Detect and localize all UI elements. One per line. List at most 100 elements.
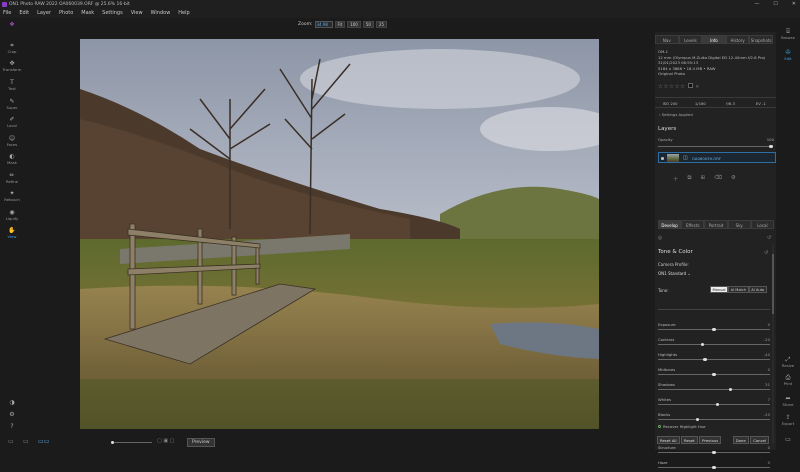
zoom-50-button[interactable]: 50 xyxy=(362,21,374,28)
module-edit[interactable]: ✇ Edit xyxy=(776,49,800,61)
settings-gear-icon[interactable]: ⚙ xyxy=(0,411,24,418)
slider-knob[interactable] xyxy=(712,450,716,454)
close-button[interactable]: ✕ xyxy=(792,0,796,9)
tab-history[interactable]: History xyxy=(725,35,750,44)
layer-options-icon[interactable]: ⚙ xyxy=(731,175,736,183)
canvas-slider-knob[interactable] xyxy=(111,440,115,444)
slider-track[interactable] xyxy=(658,404,770,405)
menu-layer[interactable]: Layer xyxy=(37,10,51,16)
preview-button[interactable]: Preview xyxy=(187,438,215,447)
slider-track[interactable] xyxy=(658,359,770,360)
tone-mode-ai-match[interactable]: AI Match xyxy=(728,286,749,293)
module-export[interactable]: ⇪ Export xyxy=(776,414,800,426)
tool-retouch[interactable]: ✦ Retouch xyxy=(0,190,24,202)
reject-icon[interactable]: ✕ xyxy=(695,85,699,90)
slider-value[interactable]: -40 xyxy=(764,352,770,357)
photo-landscape[interactable] xyxy=(80,39,599,429)
duplicate-layer-icon[interactable]: ⧉ xyxy=(688,175,692,183)
before-after-icon[interactable]: ▢ ▣ ▢ xyxy=(157,438,174,444)
tab-snapshots[interactable]: Snapshots xyxy=(749,35,773,44)
slider-value[interactable]: -20 xyxy=(764,337,770,342)
tab-portrait[interactable]: Portrait xyxy=(704,220,728,229)
module-print[interactable]: ⎙ Print xyxy=(776,374,800,386)
tab-local[interactable]: Local xyxy=(750,220,775,229)
tone-mode-manual[interactable]: Manual xyxy=(710,286,729,293)
cancel-button[interactable]: Cancel xyxy=(750,436,770,444)
panel-scrollbar[interactable] xyxy=(772,244,774,444)
layer-visibility-icon[interactable] xyxy=(661,157,664,160)
slider-knob[interactable] xyxy=(712,465,716,469)
slider-track[interactable] xyxy=(658,344,770,345)
reset-all-button[interactable]: Reset All xyxy=(657,436,680,444)
tab-sky[interactable]: Sky xyxy=(727,220,751,229)
minimize-button[interactable]: — xyxy=(754,0,759,9)
tool-mask[interactable]: ◐ Mask xyxy=(0,153,24,165)
tool-refine[interactable]: ✏ Refine xyxy=(0,172,24,184)
canvas-slider-track[interactable] xyxy=(112,442,152,443)
menu-window[interactable]: Window xyxy=(151,10,171,16)
tool-faces[interactable]: ☺ Faces xyxy=(0,135,24,147)
tool-crop[interactable]: ⌗ Crop xyxy=(0,42,24,54)
slider-value[interactable]: -20 xyxy=(764,412,770,417)
panel-scrollbar-thumb[interactable] xyxy=(772,254,774,314)
recover-highlight-hue[interactable]: Recover Highlight Hue xyxy=(658,424,706,429)
tool-local[interactable]: ✐ Local xyxy=(0,116,24,128)
slider-value[interactable]: 7 xyxy=(768,397,770,402)
menu-settings[interactable]: Settings xyxy=(102,10,123,16)
tab-effects[interactable]: Effects xyxy=(681,220,705,229)
tab-develop[interactable]: Develop xyxy=(658,220,682,229)
tab-nav[interactable]: Nav xyxy=(655,35,679,44)
reset-button[interactable]: Reset xyxy=(681,436,698,444)
slider-track[interactable] xyxy=(658,419,770,420)
zoom-field[interactable]: 34.98 xyxy=(314,21,333,28)
opacity-slider[interactable] xyxy=(658,146,771,147)
tool-super[interactable]: ✎ Super xyxy=(0,98,24,110)
tool-liquify[interactable]: ◉ Liquify xyxy=(0,209,24,221)
tab-info[interactable]: Info xyxy=(702,35,726,44)
delete-layer-icon[interactable]: ⌫ xyxy=(714,175,722,183)
tone-mode-ai-auto[interactable]: AI Auto xyxy=(748,286,767,293)
zoom-fit-button[interactable]: Fit xyxy=(334,21,346,28)
slider-value[interactable]: 0 xyxy=(768,322,770,327)
star-rating[interactable]: ☆☆☆☆☆ ✕ xyxy=(658,83,700,90)
slider-value[interactable]: 31 xyxy=(765,382,770,387)
previous-button[interactable]: Previous xyxy=(699,436,722,444)
tab-levels[interactable]: Levels xyxy=(678,35,703,44)
done-button[interactable]: Done xyxy=(732,436,749,444)
slider-value[interactable]: 0 xyxy=(768,445,770,450)
slider-value[interactable]: 0 xyxy=(768,367,770,372)
zoom-25-button[interactable]: 25 xyxy=(375,21,388,28)
module-share[interactable]: ➦ Share xyxy=(776,395,800,407)
slider-value[interactable]: 0 xyxy=(768,460,770,465)
zoom-100-button[interactable]: 100 xyxy=(347,21,361,28)
layer-row[interactable]: ◫ OA060039.ORF xyxy=(658,152,776,163)
slider-knob[interactable] xyxy=(703,357,707,361)
module-resize[interactable]: ⤢ Resize xyxy=(776,356,800,368)
camera-profile-dropdown[interactable]: ON1 Standard ⌄ xyxy=(658,271,691,276)
checkbox-icon[interactable] xyxy=(658,425,661,428)
slider-knob[interactable] xyxy=(712,372,716,376)
fullscreen-icon[interactable]: ▭ xyxy=(776,436,800,443)
panel-toggle-icon[interactable]: ▭ xyxy=(8,438,14,445)
filmstrip-icon[interactable]: ▭ xyxy=(23,438,29,445)
slider-knob[interactable] xyxy=(715,402,719,406)
slider-knob[interactable] xyxy=(695,417,699,421)
module-browse[interactable]: ⌸ Browse xyxy=(776,28,800,40)
menu-edit[interactable]: Edit xyxy=(19,10,29,16)
compare-icon[interactable]: ▭▭ xyxy=(38,438,49,445)
color-label-icon[interactable] xyxy=(688,83,694,88)
tool-view[interactable]: ✋ View xyxy=(0,227,24,239)
opacity-slider-knob[interactable] xyxy=(769,144,773,148)
slider-knob[interactable] xyxy=(712,327,716,331)
menu-view[interactable]: View xyxy=(131,10,143,16)
tool-text[interactable]: T Text xyxy=(0,79,24,91)
presets-icon[interactable]: ◎ xyxy=(658,235,662,241)
menu-help[interactable]: Help xyxy=(178,10,189,16)
merge-layer-icon[interactable]: ⊞ xyxy=(700,175,705,183)
reset-develop-icon[interactable]: ↺ xyxy=(767,235,771,241)
menu-photo[interactable]: Photo xyxy=(59,10,73,16)
help-icon[interactable]: ? xyxy=(0,423,24,430)
maximize-button[interactable]: ☐ xyxy=(773,0,777,9)
tool-transform[interactable]: ✥ Transform xyxy=(0,60,24,72)
menu-file[interactable]: File xyxy=(3,10,11,16)
